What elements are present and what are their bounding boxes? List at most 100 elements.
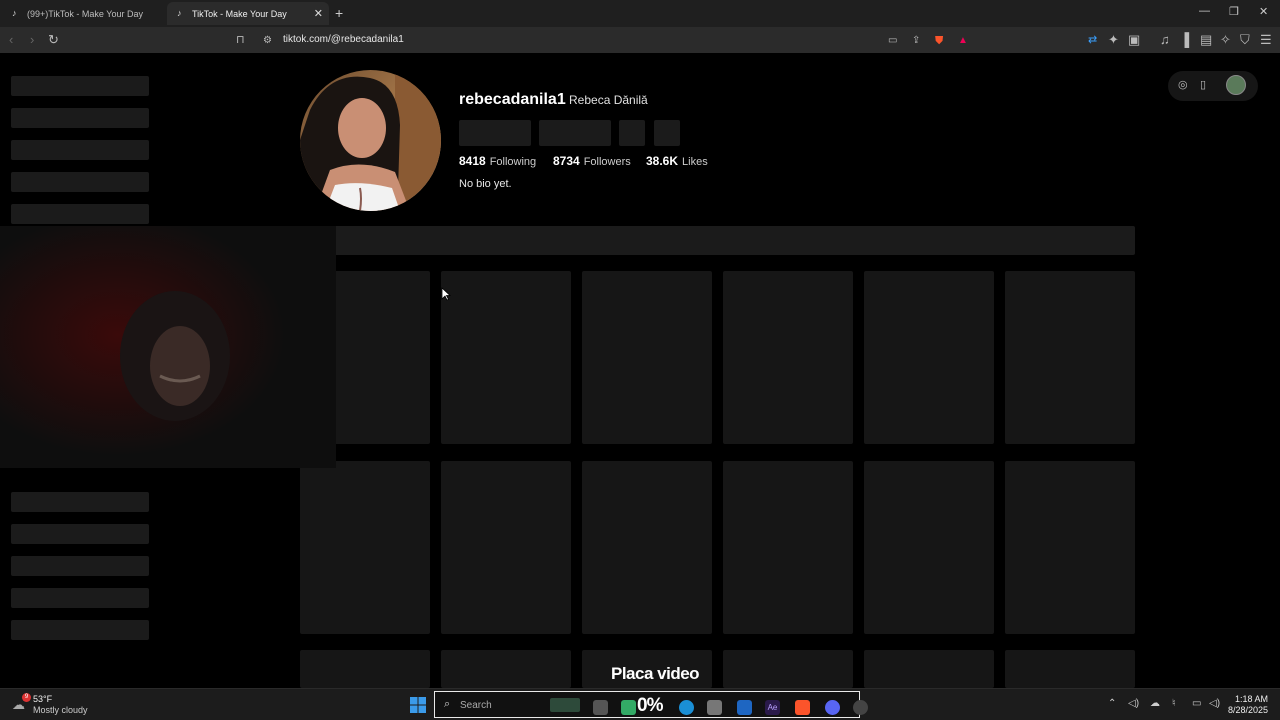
video-tile-skeleton[interactable] xyxy=(864,650,994,688)
notification-badge: 9 xyxy=(22,693,31,702)
taskbar-search[interactable]: ⌕ Search 0% Ae xyxy=(434,691,868,718)
wallet-icon[interactable]: ▤ xyxy=(1200,32,1212,48)
browser-toolbar: ‹ › ↻ ⊓ ⚙ tiktok.com/@rebecadanila1 ▭ ⇪ … xyxy=(0,27,1280,54)
weather-widget[interactable]: ☁ 9 xyxy=(12,693,31,713)
sidebar-icon[interactable]: ▐ xyxy=(1180,32,1189,48)
sidebar-skeleton-item xyxy=(11,172,149,192)
file-explorer-icon[interactable] xyxy=(593,700,608,715)
sidebar-skeleton-item xyxy=(11,524,149,544)
video-tile-skeleton[interactable] xyxy=(582,271,712,444)
video-tile-skeleton[interactable] xyxy=(723,461,853,634)
search-highlight-image xyxy=(550,698,580,712)
sidebar-skeleton-item xyxy=(11,620,149,640)
followers-stat[interactable]: 8734 Followers xyxy=(553,154,631,168)
share-icon[interactable]: ⇪ xyxy=(912,33,920,49)
following-label: Following xyxy=(489,156,537,168)
likes-count: 38.6K xyxy=(646,154,679,168)
follow-button-skeleton xyxy=(459,120,531,146)
video-tile-skeleton[interactable] xyxy=(864,271,994,444)
reload-icon[interactable]: ↻ xyxy=(48,32,59,48)
discord-icon[interactable] xyxy=(825,700,840,715)
clock-date[interactable]: 8/28/2025 xyxy=(1224,705,1268,715)
cast-icon[interactable]: ▭ xyxy=(888,33,897,49)
tab-label: (99+)TikTok - Make Your Day xyxy=(27,8,143,19)
tiktok-profile-page: rebecadanila1 Rebeca Dănilă 8418 Followin… xyxy=(0,54,1280,688)
app-icon[interactable] xyxy=(621,700,636,715)
brave-icon[interactable] xyxy=(795,700,810,715)
sidebar-skeleton-item xyxy=(11,140,149,160)
weather-temp: 53°F xyxy=(33,694,53,704)
translate-icon[interactable]: ⇄ xyxy=(1088,32,1097,48)
video-tile-skeleton[interactable] xyxy=(723,650,853,688)
after-effects-icon[interactable]: Ae xyxy=(765,700,780,715)
extensions-icon[interactable]: ✦ xyxy=(1108,32,1119,48)
video-tile-skeleton[interactable] xyxy=(441,650,571,688)
following-stat[interactable]: 8418 Following xyxy=(459,154,536,168)
profile-display-name: Rebeca Dănilă xyxy=(569,93,648,107)
profile-username: rebecadanila1 xyxy=(459,91,566,108)
site-settings-icon[interactable]: ⚙ xyxy=(263,33,272,49)
profile-bio: No bio yet. xyxy=(459,178,512,190)
sidebar-skeleton-item xyxy=(11,556,149,576)
likes-label: Likes xyxy=(682,156,708,168)
profile-avatar[interactable] xyxy=(300,70,441,211)
microphone-icon[interactable]: ♮ xyxy=(1172,698,1176,709)
leo-ai-icon[interactable]: ✧ xyxy=(1220,32,1231,48)
screenshot-icon[interactable]: ▣ xyxy=(1128,32,1140,48)
video-tile-skeleton[interactable] xyxy=(1005,461,1135,634)
video-tile-skeleton[interactable] xyxy=(864,461,994,634)
likes-stat: 38.6K Likes xyxy=(646,154,708,168)
minimize-window-icon[interactable]: — xyxy=(1199,5,1210,17)
video-tile-skeleton[interactable] xyxy=(441,461,571,634)
windows-start-icon[interactable] xyxy=(410,697,426,713)
clock-time[interactable]: 1:18 AM xyxy=(1234,694,1268,704)
new-tab-button[interactable]: + xyxy=(335,5,343,21)
tab-tiktok-profile[interactable]: ♪ TikTok - Make Your Day ✕ xyxy=(167,2,329,25)
close-tab-icon[interactable]: ✕ xyxy=(314,7,323,20)
webcam-overlay xyxy=(0,226,336,468)
network-icon[interactable]: ▭ xyxy=(1192,698,1201,709)
user-avatar-icon[interactable] xyxy=(1226,75,1246,95)
overlay-percent: 0% xyxy=(637,695,663,716)
bookmark-icon[interactable]: ⊓ xyxy=(236,32,245,48)
overlay-title: Placa video xyxy=(611,664,700,683)
back-icon[interactable]: ‹ xyxy=(9,32,13,48)
browser-tab-bar: ♪ (99+)TikTok - Make Your Day ♪ TikTok -… xyxy=(0,0,1280,27)
app-icon[interactable] xyxy=(853,700,868,715)
top-right-controls: ◎ ▯ xyxy=(1168,71,1258,101)
menu-icon[interactable]: ☰ xyxy=(1260,32,1272,48)
volume-icon[interactable]: ◁) xyxy=(1209,698,1220,709)
compass-icon[interactable]: ◎ xyxy=(1178,78,1188,91)
edge-icon[interactable] xyxy=(679,700,694,715)
tiktok-icon: ♪ xyxy=(12,8,17,18)
close-window-icon[interactable]: ✕ xyxy=(1259,5,1268,18)
sidebar-skeleton-item xyxy=(11,108,149,128)
followers-label: Followers xyxy=(583,156,631,168)
url-text: tiktok.com/@rebecadanila1 xyxy=(283,34,404,45)
maximize-window-icon[interactable]: ❐ xyxy=(1229,5,1239,18)
vpn-icon[interactable]: ⛉ xyxy=(1240,32,1250,48)
phone-icon[interactable]: ▯ xyxy=(1200,78,1206,91)
chevron-up-icon[interactable]: ⌃ xyxy=(1108,698,1116,709)
store-icon[interactable] xyxy=(707,700,722,715)
video-tile-skeleton[interactable] xyxy=(300,461,430,634)
onedrive-icon[interactable]: ☁ xyxy=(1150,698,1160,709)
followers-count: 8734 xyxy=(553,154,580,168)
media-icon[interactable]: ♫ xyxy=(1160,32,1170,48)
brave-rewards-icon[interactable]: ▲ xyxy=(958,33,968,49)
forward-icon[interactable]: › xyxy=(30,32,34,48)
video-tile-skeleton[interactable] xyxy=(1005,271,1135,444)
tab-tiktok-inbox[interactable]: ♪ (99+)TikTok - Make Your Day xyxy=(2,2,164,25)
video-tile-skeleton[interactable] xyxy=(723,271,853,444)
address-bar[interactable]: ⚙ tiktok.com/@rebecadanila1 ▭ ⇪ ⛊ ▲ xyxy=(255,30,975,51)
video-tile-skeleton[interactable] xyxy=(1005,650,1135,688)
outlook-icon[interactable] xyxy=(737,700,752,715)
speaker-icon[interactable]: ◁) xyxy=(1128,698,1139,709)
video-tile-skeleton[interactable] xyxy=(582,461,712,634)
video-tile-skeleton[interactable] xyxy=(441,271,571,444)
video-tile-skeleton[interactable] xyxy=(300,650,430,688)
brave-shields-icon[interactable]: ⛊ xyxy=(935,33,943,49)
weather-description: Mostly cloudy xyxy=(33,705,88,715)
avatar-photo xyxy=(300,70,441,211)
tiktok-icon: ♪ xyxy=(177,8,182,18)
